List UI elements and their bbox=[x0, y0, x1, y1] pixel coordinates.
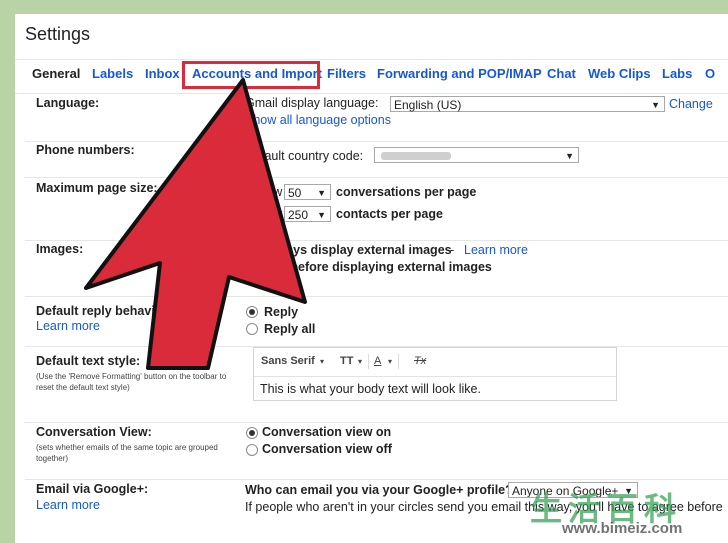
chevron-down-icon: ▼ bbox=[317, 210, 326, 220]
show-all-languages-link[interactable]: Show all language options bbox=[245, 113, 391, 127]
chevron-down-icon: ▼ bbox=[651, 100, 660, 110]
reply-text: Reply bbox=[264, 305, 299, 319]
tab-highlight-box bbox=[182, 61, 320, 89]
text-style-label: Default text style: bbox=[36, 354, 141, 368]
ask-before-images-radio[interactable] bbox=[246, 262, 258, 274]
country-code-select[interactable]: ▼ bbox=[374, 147, 579, 163]
chevron-down-icon: ▾ bbox=[358, 357, 363, 366]
conversations-per-page-value: 50 bbox=[288, 186, 302, 200]
tab-chat[interactable]: Chat bbox=[547, 66, 576, 81]
tab-web-clips[interactable]: Web Clips bbox=[588, 66, 651, 81]
conversation-on-radio[interactable] bbox=[246, 427, 258, 439]
tab-labs[interactable]: Labs bbox=[662, 66, 692, 81]
reply-all-radio[interactable] bbox=[246, 323, 258, 335]
text-color-icon[interactable]: A bbox=[374, 355, 381, 367]
change-language-link[interactable]: Change bbox=[669, 97, 713, 111]
display-language-value: English (US) bbox=[394, 98, 462, 112]
conversation-on-text: Conversation view on bbox=[262, 425, 392, 439]
language-row: Language: Gmail display language: Englis… bbox=[25, 93, 728, 142]
contacts-per-page-text: contacts per page bbox=[336, 207, 443, 221]
always-display-images-radio[interactable] bbox=[246, 245, 258, 257]
email-via-gplus-label: Email via Google+: bbox=[36, 482, 149, 496]
tab-forwarding-pop-imap[interactable]: Forwarding and POP/IMAP bbox=[377, 66, 542, 81]
tab-more[interactable]: O bbox=[705, 66, 715, 81]
gplus-question: Who can email you via your Google+ profi… bbox=[245, 483, 513, 497]
chevron-down-icon: ▼ bbox=[317, 188, 326, 198]
reply-learn-more-link[interactable]: Learn more bbox=[36, 319, 100, 333]
show-label: Show bbox=[251, 185, 283, 199]
reply-row: Default reply behavior: Learn more Reply… bbox=[25, 296, 728, 347]
page-size-row: Maximum page size: Show 50 ▼ conversatio… bbox=[25, 177, 728, 241]
conversation-off-text: Conversation view off bbox=[262, 442, 392, 456]
toolbar-divider bbox=[398, 354, 399, 369]
chevron-down-icon: ▾ bbox=[320, 357, 325, 366]
images-learn-more-link[interactable]: Learn more bbox=[464, 243, 528, 257]
images-row: Images: Always display external images -… bbox=[25, 240, 728, 297]
phone-row: Phone numbers: Default country code: ▼ bbox=[25, 141, 728, 178]
tab-inbox[interactable]: Inbox bbox=[145, 66, 180, 81]
conversation-row: Conversation View: (sets whether emails … bbox=[25, 422, 728, 480]
reply-all-text: Reply all bbox=[264, 322, 316, 336]
phone-label: Phone numbers: bbox=[36, 143, 135, 157]
page-size-label: Maximum page size: bbox=[36, 181, 158, 195]
gplus-learn-more-link[interactable]: Learn more bbox=[36, 498, 100, 512]
conversation-view-label: Conversation View: bbox=[36, 425, 152, 439]
images-label: Images: bbox=[36, 242, 84, 256]
display-language-select[interactable]: English (US) ▼ bbox=[390, 96, 665, 112]
text-style-editor[interactable]: Sans Serif ▾ TT ▾ A ▾ Tx This is what yo… bbox=[253, 347, 617, 401]
conversations-per-page-text: conversations per page bbox=[336, 185, 477, 199]
editor-toolbar: Sans Serif ▾ TT ▾ A ▾ Tx bbox=[254, 348, 616, 377]
ask-before-images-text: Ask before displaying external images bbox=[264, 260, 492, 274]
watermark-url: www.bimeiz.com bbox=[562, 520, 683, 537]
chevron-down-icon: ▼ bbox=[565, 151, 574, 161]
conversation-off-radio[interactable] bbox=[246, 444, 258, 456]
country-code-label: Default country code: bbox=[245, 149, 364, 163]
conversation-view-hint: (sets whether emails of the same topic a… bbox=[36, 443, 218, 463]
reply-behavior-label: Default reply behavior: bbox=[36, 304, 172, 318]
font-size-icon[interactable]: TT bbox=[340, 355, 353, 367]
tab-labels[interactable]: Labels bbox=[92, 66, 133, 81]
always-display-images-text: Always display external images bbox=[264, 243, 452, 257]
blurred-value bbox=[381, 152, 451, 160]
conversations-per-page-select[interactable]: 50 ▼ bbox=[284, 184, 331, 200]
contacts-per-page-value: 250 bbox=[288, 208, 309, 222]
display-language-label: Gmail display language: bbox=[245, 96, 379, 110]
contacts-per-page-select[interactable]: 250 ▼ bbox=[284, 206, 331, 222]
toolbar-divider bbox=[368, 354, 369, 369]
page-title: Settings bbox=[25, 24, 91, 44]
show-label-2: Show bbox=[251, 207, 283, 221]
images-separator: - bbox=[450, 243, 455, 257]
remove-formatting-icon[interactable]: Tx bbox=[414, 355, 426, 367]
settings-panel: Settings General Labels Inbox Accounts a… bbox=[15, 14, 728, 543]
font-family-select[interactable]: Sans Serif bbox=[261, 355, 315, 367]
language-label: Language: bbox=[36, 96, 100, 110]
tab-general[interactable]: General bbox=[32, 66, 80, 81]
reply-radio[interactable] bbox=[246, 306, 258, 318]
tab-filters[interactable]: Filters bbox=[327, 66, 366, 81]
chevron-down-icon: ▾ bbox=[388, 357, 393, 366]
text-style-hint: (Use the 'Remove Formatting' button on t… bbox=[36, 372, 227, 392]
text-style-preview: This is what your body text will look li… bbox=[260, 382, 481, 396]
